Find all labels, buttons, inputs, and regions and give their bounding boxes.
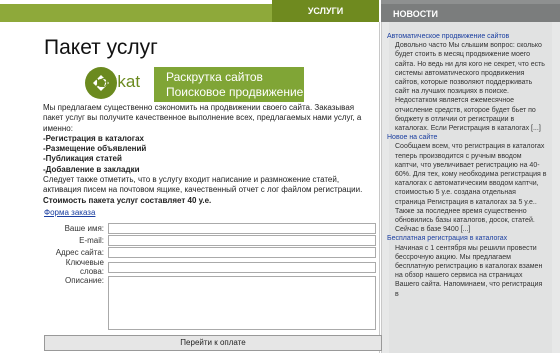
service-item: -Регистрация в каталогах [43, 133, 144, 143]
name-input[interactable] [108, 222, 376, 234]
site-input[interactable] [108, 246, 376, 258]
pay-button[interactable]: Перейти к оплате [44, 335, 382, 351]
intro-text: Мы предлагаем существенно сэкономить на … [43, 103, 362, 133]
order-form: Ваше имя: E-mail: Адрес сайта: Ключевые … [44, 222, 376, 330]
news-text: Довольно часто Мы слышим вопрос: сколько… [395, 42, 545, 133]
logo-text: bazkat [90, 72, 141, 91]
news-text: Сообщаем всем, что регистрация в каталог… [395, 143, 547, 234]
top-bar: УСЛУГИ [0, 0, 379, 22]
name-label: Ваше имя: [64, 223, 104, 233]
keywords-input[interactable] [108, 261, 376, 273]
news-title[interactable]: Автоматическое продвижение сайтов [387, 32, 547, 41]
page-title: Пакет услуг [44, 36, 158, 59]
tab-services[interactable]: УСЛУГИ [272, 0, 379, 22]
service-item: -Добавление в закладки [43, 164, 140, 174]
news-header: НОВОСТИ [381, 0, 560, 22]
service-item: -Размещение объявлений [43, 144, 147, 154]
keywords-label: Ключевые слова: [65, 258, 104, 276]
description-textarea[interactable] [108, 276, 376, 330]
description-label: Описание: [64, 276, 104, 285]
promo-banner[interactable]: Раскрутка сайтов Поисковое продвижение [154, 67, 304, 102]
note-text: Следует также отметить, что в услугу вхо… [43, 175, 363, 195]
email-label: E-mail: [79, 235, 104, 245]
promo-line-1: Раскрутка сайтов [166, 70, 263, 84]
price-text: Стоимость пакета услуг составляет 40 у.е… [43, 195, 212, 205]
news-list: Автоматическое продвижение сайтов Доволь… [387, 32, 547, 299]
promo-line-2: Поисковое продвижение [166, 85, 304, 99]
tab-news[interactable]: НОВОСТИ [381, 4, 560, 22]
news-title[interactable]: Новое на сайте [387, 133, 547, 142]
email-input[interactable] [108, 234, 376, 246]
page-body: Мы предлагаем существенно сэкономить на … [43, 103, 373, 206]
site-label: Адрес сайта: [55, 247, 104, 257]
news-text: Начиная с 1 сентября мы решили провести … [395, 244, 543, 298]
news-title[interactable]: Бесплатная регистрация в каталогах [387, 234, 547, 243]
order-form-link[interactable]: Форма заказа [44, 208, 95, 217]
service-item: -Публикация статей [43, 154, 122, 164]
